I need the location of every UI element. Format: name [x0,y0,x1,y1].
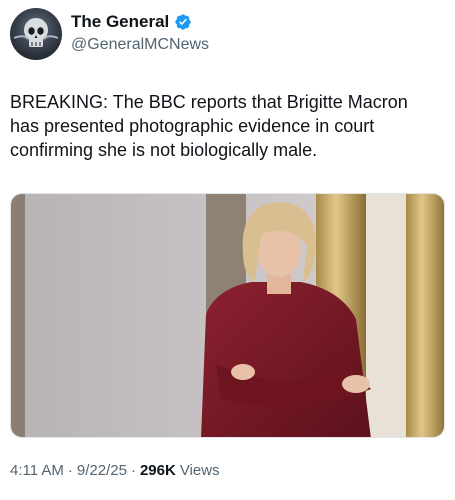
tweet-text-line: confirming she is not biologically male. [10,140,318,160]
tweet-time[interactable]: 4:11 AM [10,462,64,479]
tweet-text-line: BREAKING: The BBC reports that Brigitte … [10,92,408,112]
tweet-metadata: 4:11 AM · 9/22/25 · 296K Views [10,462,220,479]
verified-badge-icon[interactable] [174,13,192,31]
author-name-row: The General [71,12,192,32]
tweet-text-line: has presented photographic evidence in c… [10,116,375,136]
tweet-text: BREAKING: The BBC reports that Brigitte … [10,90,445,162]
views-count[interactable]: 296K [140,462,176,479]
author-display-name[interactable]: The General [71,12,169,32]
skull-logo-icon [13,18,59,47]
tweet-date[interactable]: 9/22/25 [77,462,127,479]
separator-dot: · [67,462,73,479]
tweet-header: The General @GeneralMCNews [10,8,445,60]
tweet-photo[interactable] [10,193,445,438]
photo-illustration [11,194,444,437]
separator-dot: · [130,462,136,479]
author-handle[interactable]: @GeneralMCNews [71,36,209,54]
views-label: Views [179,462,220,479]
author-avatar[interactable] [10,8,62,60]
